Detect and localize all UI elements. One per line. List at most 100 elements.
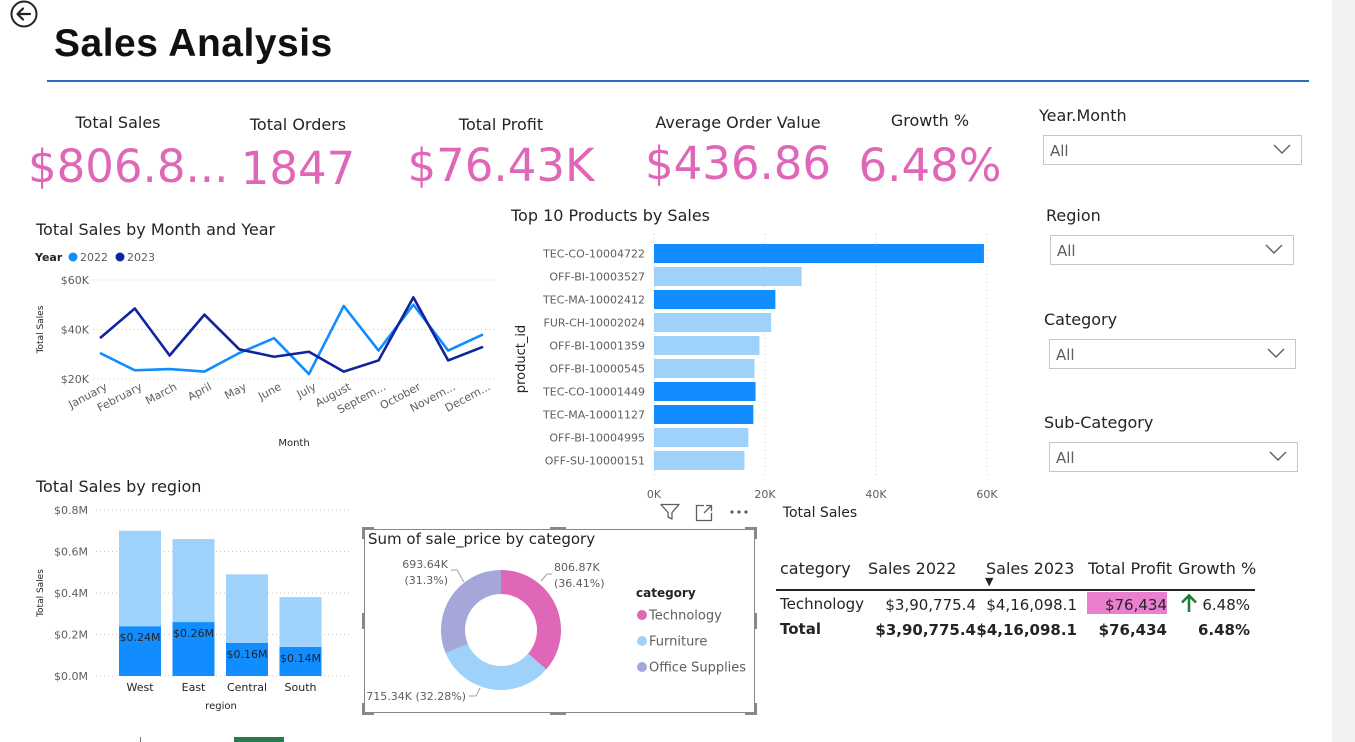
region-chart-title: Total Sales by region bbox=[36, 477, 202, 496]
page-tab-separator bbox=[140, 737, 141, 742]
slicer-region-dropdown[interactable]: All bbox=[1050, 235, 1294, 265]
resize-handle[interactable] bbox=[362, 613, 365, 629]
resize-handle[interactable] bbox=[362, 527, 365, 539]
kpi-total-profit-value: $76.43K bbox=[407, 139, 595, 192]
y-tick-label: TEC-CO-10001449 bbox=[542, 386, 645, 399]
resize-handle[interactable] bbox=[754, 703, 757, 715]
slicer-year-month-dropdown[interactable]: All bbox=[1043, 135, 1302, 165]
sort-descending-icon[interactable]: ▼ bbox=[985, 575, 993, 588]
x-tick-label: 60K bbox=[976, 488, 998, 501]
x-tick-label: May bbox=[222, 380, 249, 402]
y-tick-label: TEC-MA-10002412 bbox=[542, 294, 645, 307]
x-tick-label: 20K bbox=[754, 488, 776, 501]
y-tick-label: OFF-BI-10001359 bbox=[549, 340, 645, 353]
legend-marker bbox=[637, 610, 647, 620]
kpi-total-orders-value: 1847 bbox=[240, 142, 356, 195]
legend-marker bbox=[68, 252, 78, 262]
chevron-down-icon bbox=[1265, 244, 1283, 254]
matrix-cell-category: Technology bbox=[780, 595, 865, 613]
y-tick-label: OFF-BI-10003527 bbox=[549, 271, 645, 284]
stacked-bar-segment bbox=[172, 539, 215, 623]
filter-icon[interactable] bbox=[660, 503, 680, 521]
bar bbox=[654, 451, 745, 470]
y-tick-label: $40K bbox=[61, 324, 90, 337]
top-products-chart[interactable]: 0K 20K 40K 60K TEC-CO-10004722 OFF-BI-1000352… bbox=[505, 232, 1025, 524]
legend-label: 2022 bbox=[80, 251, 108, 264]
data-label: $0.24M bbox=[120, 631, 161, 644]
matrix-header-category[interactable]: category bbox=[780, 559, 851, 578]
arrow-left-circle-icon[interactable] bbox=[10, 0, 38, 28]
stacked-bar-segment bbox=[226, 574, 268, 643]
arrow-up-icon bbox=[1181, 593, 1197, 612]
y-tick-label: FUR-CH-10002024 bbox=[544, 317, 645, 330]
resize-handle[interactable] bbox=[362, 703, 365, 715]
y-tick-label: $0.8M bbox=[54, 504, 88, 517]
slicer-subcategory-dropdown[interactable]: All bbox=[1049, 442, 1298, 472]
donut-slice-office-supplies bbox=[441, 570, 501, 654]
x-tick-label: March bbox=[143, 380, 179, 407]
legend-label: 2023 bbox=[127, 251, 155, 264]
y-tick-label: TEC-MA-10001127 bbox=[542, 409, 645, 422]
series-line-2023 bbox=[99, 296, 484, 373]
data-label: $0.14M bbox=[280, 652, 321, 665]
x-tick-label: 40K bbox=[865, 488, 887, 501]
focus-mode-icon[interactable] bbox=[695, 504, 713, 522]
matrix-cell-profit: $76,434 bbox=[1104, 596, 1167, 614]
legend-label: Office Supplies bbox=[649, 661, 746, 676]
matrix-header-sales-2023[interactable]: Sales 2023 bbox=[986, 559, 1074, 578]
matrix-header-sales-2022[interactable]: Sales 2022 bbox=[868, 559, 956, 578]
leader-line bbox=[540, 573, 552, 582]
matrix-total-sales-2023: $4,16,098.1 bbox=[976, 621, 1077, 639]
slicer-subcategory-label: Sub-Category bbox=[1044, 413, 1154, 432]
slicer-category-dropdown[interactable]: All bbox=[1049, 339, 1296, 369]
data-label: 693.64K bbox=[402, 558, 448, 571]
y-tick-label: TEC-CO-10004722 bbox=[542, 248, 645, 261]
stacked-bar-segment bbox=[279, 597, 322, 647]
matrix-header-total-profit[interactable]: Total Profit bbox=[1088, 559, 1172, 578]
slicer-subcategory-value: All bbox=[1056, 449, 1075, 467]
x-tick-label: April bbox=[186, 380, 214, 403]
y-tick-label: $20K bbox=[61, 373, 90, 386]
donut-chart[interactable]: 806.87K (36.41%) 693.64K (31.3%) 715.34K (32… bbox=[366, 552, 751, 710]
matrix-cell-sales-2022: $3,90,775.4 bbox=[885, 596, 976, 614]
x-tick-label: East bbox=[182, 681, 206, 694]
kpi-growth-value: 6.48% bbox=[858, 139, 1002, 192]
y-tick-label: OFF-BI-10000545 bbox=[549, 363, 645, 376]
chevron-down-icon bbox=[1267, 348, 1285, 358]
x-tick-label: West bbox=[126, 681, 154, 694]
leader-line bbox=[469, 687, 481, 697]
resize-handle[interactable] bbox=[754, 613, 757, 629]
legend-marker bbox=[637, 662, 647, 672]
matrix-cell-sales-2023: $4,16,098.1 bbox=[986, 596, 1077, 614]
matrix-total-profit: $76,434 bbox=[1098, 621, 1167, 639]
resize-handle[interactable] bbox=[754, 527, 757, 539]
kpi-aov-label: Average Order Value bbox=[655, 113, 821, 132]
data-label: 715.34K (32.28%) bbox=[366, 690, 466, 703]
page-tab-active[interactable] bbox=[234, 737, 284, 742]
title-divider bbox=[47, 80, 1309, 82]
data-label: (36.41%) bbox=[554, 577, 605, 590]
y-tick-label: $0.0M bbox=[54, 670, 88, 683]
x-tick-label: Central bbox=[227, 681, 267, 694]
y-tick-label: OFF-SU-10000151 bbox=[545, 455, 645, 468]
region-chart[interactable]: $0.0M $0.2M $0.4M $0.6M $0.8M Total Sales $0.2… bbox=[30, 498, 355, 718]
line-chart-title: Total Sales by Month and Year bbox=[36, 220, 276, 239]
bar bbox=[654, 267, 802, 286]
slicer-year-month-label: Year.Month bbox=[1039, 106, 1127, 125]
y-tick-label: OFF-BI-10004995 bbox=[549, 432, 645, 445]
slicer-category-value: All bbox=[1056, 346, 1075, 364]
y-axis-label: Total Sales bbox=[36, 305, 46, 354]
resize-handle[interactable] bbox=[550, 712, 566, 715]
line-chart[interactable]: Year 2022 2023$20K$40K$60KTotal SalesJanua… bbox=[30, 245, 505, 455]
x-tick-label: 0K bbox=[647, 488, 662, 501]
data-label: $0.26M bbox=[173, 627, 214, 640]
matrix-total-label: Total bbox=[780, 620, 821, 638]
x-axis-label: Month bbox=[278, 438, 309, 449]
matrix-cell-growth: 6.48% bbox=[1202, 596, 1250, 614]
bar bbox=[654, 244, 984, 263]
bar bbox=[654, 405, 754, 424]
legend-title: category bbox=[636, 586, 696, 600]
more-options-icon[interactable] bbox=[729, 509, 749, 515]
matrix-header-growth[interactable]: Growth % bbox=[1178, 559, 1256, 578]
kpi-total-sales-value: $806.8... bbox=[28, 140, 229, 193]
